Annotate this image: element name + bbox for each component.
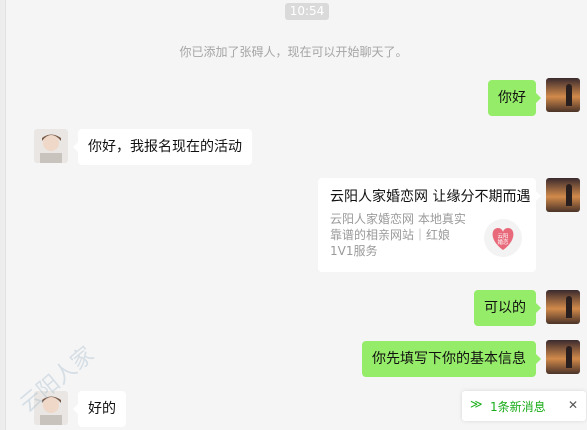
my-avatar[interactable]	[546, 290, 580, 324]
svg-text:云阳: 云阳	[497, 232, 508, 240]
new-messages-label[interactable]: 1条新消息	[490, 398, 546, 415]
my-avatar[interactable]	[546, 340, 580, 374]
timestamp-badge: 10:54	[285, 3, 329, 20]
link-card[interactable]: 云阳人家婚恋网 让缘分不期而遇 云阳人家婚恋网 本地真实靠谱的相亲网站｜红娘1V…	[318, 178, 541, 272]
new-messages-toast[interactable]: ≫ 1条新消息 ✕	[462, 391, 586, 421]
message-bubble-sent[interactable]: 可以的	[474, 290, 541, 326]
contact-avatar[interactable]	[34, 129, 68, 163]
link-card-description: 云阳人家婚恋网 本地真实靠谱的相亲网站｜红娘1V1服务	[330, 212, 466, 258]
svg-text:云阳人家: 云阳人家	[16, 342, 99, 418]
message-bubble-sent[interactable]: 你好	[488, 80, 541, 116]
scrollbar[interactable]	[581, 0, 587, 430]
my-avatar[interactable]	[546, 178, 580, 212]
message-bubble-sent[interactable]: 你先填写下你的基本信息	[362, 341, 541, 377]
double-chevron-down-icon: ≫	[470, 397, 483, 411]
close-icon[interactable]: ✕	[568, 398, 578, 412]
message-bubble-received[interactable]: 你好，我报名现在的活动	[73, 129, 252, 165]
my-avatar[interactable]	[546, 78, 580, 112]
link-card-title: 云阳人家婚恋网 让缘分不期而遇	[330, 189, 531, 205]
system-message: 你已添加了张碍人，现在可以开始聊天了。	[179, 45, 408, 59]
heart-logo-icon: 云阳 婚恋	[483, 218, 523, 258]
watermark-logo: 云阳人家	[2, 300, 112, 430]
svg-text:婚恋: 婚恋	[497, 238, 509, 246]
